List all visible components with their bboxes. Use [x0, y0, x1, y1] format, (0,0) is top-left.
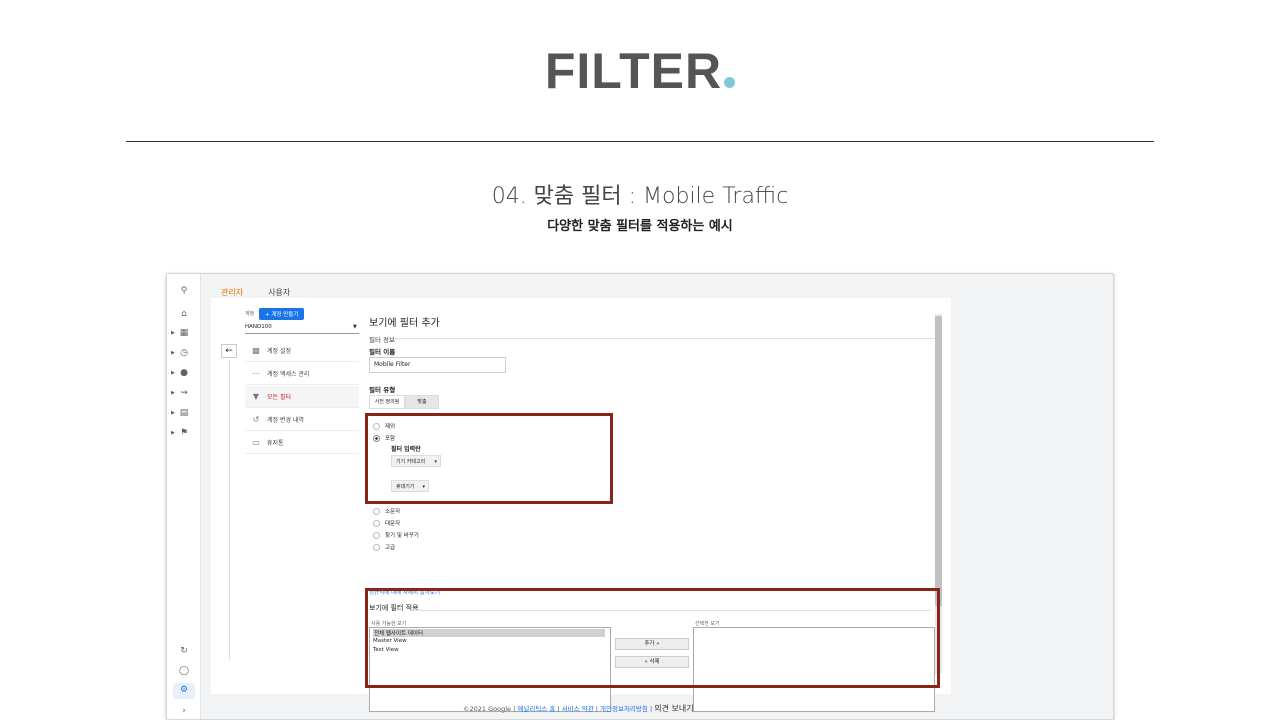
attribution-icon[interactable]: ↻	[173, 644, 195, 658]
highlight-apply-views	[365, 588, 940, 688]
home-icon[interactable]: ⌂	[173, 307, 195, 321]
section-heading: 04. 맞춤 필터 : Mobile Traffic	[491, 184, 789, 209]
footer-privacy-link[interactable]: 개인정보처리방침	[600, 705, 648, 713]
left-nav-rail: ⚲ ⌂ ▶ ▦ ▶ ◷ ▶ ● ▶ ⇝ ▶ ▤ ▶ ⚑ ↻ ◯ ⚙ ›	[167, 274, 201, 719]
history-icon: ↺	[252, 415, 260, 424]
expand-icon[interactable]: ›	[173, 704, 195, 718]
tab-custom[interactable]: 맞춤	[405, 395, 439, 409]
footer-copyright: ©2021 Google	[463, 705, 512, 713]
chevron-down-icon[interactable]: ▼	[353, 324, 357, 330]
account-label: 계정	[245, 311, 255, 317]
page-footer: ©2021 Google | 애널리틱스 홈 | 서비스 약관 | 개인정보처리…	[463, 703, 694, 714]
behavior-icon[interactable]: ▤	[173, 406, 195, 420]
clock-icon[interactable]: ◷	[173, 346, 195, 360]
people-icon: ⋯	[252, 369, 260, 378]
radio-lowercase-label: 소문자	[385, 509, 401, 515]
radio-search-replace-label: 찾기 및 바꾸기	[385, 533, 419, 539]
create-account-button[interactable]: + 계정 만들기	[259, 308, 305, 320]
gear-icon[interactable]: ⚙	[173, 683, 195, 699]
menu-item-label: 계정 액세스 관리	[267, 371, 310, 378]
menu-item-label: 계정 변경 내역	[267, 417, 304, 424]
form-title: 보기에 필터 추가	[369, 318, 440, 329]
filter-icon: ▼	[252, 392, 260, 401]
menu-item-trash[interactable]: ▭ 휴지통	[245, 432, 359, 454]
menu-divider	[229, 360, 230, 660]
menu-item-label: 계정 설정	[267, 348, 291, 355]
filter-name-input[interactable]: Mobile Filter	[369, 357, 506, 373]
footer-separator: |	[513, 705, 516, 713]
menu-item-access-management[interactable]: ⋯ 계정 액세스 관리	[245, 363, 359, 385]
building-icon: ▩	[252, 346, 260, 355]
menu-item-label: 휴지통	[267, 440, 284, 447]
footer-separator: |	[649, 705, 653, 713]
account-selector[interactable]: HAND100	[245, 324, 272, 330]
flag-icon[interactable]: ⚑	[173, 426, 195, 440]
radio-advanced[interactable]	[373, 544, 380, 551]
footer-feedback-link[interactable]: 의견 보내기	[654, 704, 693, 713]
lightbulb-icon[interactable]: ◯	[173, 664, 195, 678]
radio-uppercase-label: 대문자	[385, 521, 401, 527]
footer-separator: |	[595, 705, 598, 713]
radio-advanced-label: 고급	[385, 545, 396, 551]
search-icon[interactable]: ⚲	[173, 284, 195, 298]
trash-icon: ▭	[252, 438, 260, 447]
person-icon[interactable]: ●	[173, 366, 195, 380]
menu-item-label: 모든 필터	[267, 394, 291, 401]
accent-dot	[724, 77, 736, 88]
filter-name-label: 필터 이름	[369, 348, 396, 356]
section-rule	[395, 338, 935, 339]
back-arrow-icon[interactable]: ←	[221, 344, 237, 358]
filter-type-label: 필터 유형	[369, 386, 396, 394]
highlight-include-filter	[365, 413, 613, 504]
scrollbar-thumb[interactable]	[935, 316, 942, 606]
analytics-screenshot: ⚲ ⌂ ▶ ▦ ▶ ◷ ▶ ● ▶ ⇝ ▶ ▤ ▶ ⚑ ↻ ◯ ⚙ › 관리자 …	[166, 273, 1114, 720]
acquisition-icon[interactable]: ⇝	[173, 386, 195, 400]
dashboard-icon[interactable]: ▦	[173, 326, 195, 340]
divider	[126, 141, 1154, 142]
tab-predefined[interactable]: 사전 정의됨	[369, 395, 405, 409]
slide-title: FILTER	[0, 42, 1280, 100]
menu-item-change-history[interactable]: ↺ 계정 변경 내역	[245, 409, 359, 431]
section-subheading: 다양한 맞춤 필터를 적용하는 예시	[547, 219, 733, 234]
footer-terms-link[interactable]: 서비스 약관	[562, 705, 594, 713]
radio-uppercase[interactable]	[373, 520, 380, 527]
radio-search-replace[interactable]	[373, 532, 380, 539]
footer-home-link[interactable]: 애널리틱스 홈	[517, 705, 555, 713]
menu-item-all-filters[interactable]: ▼ 모든 필터	[245, 386, 359, 408]
slide: FILTER 04. 맞춤 필터 : Mobile Traffic 다양한 맞춤…	[0, 0, 1280, 720]
radio-lowercase[interactable]	[373, 508, 380, 515]
footer-separator: |	[557, 705, 560, 713]
menu-item-account-settings[interactable]: ▩ 계정 설정	[245, 340, 359, 362]
filter-info-heading: 필터 정보	[369, 336, 395, 344]
account-underline	[245, 333, 359, 334]
